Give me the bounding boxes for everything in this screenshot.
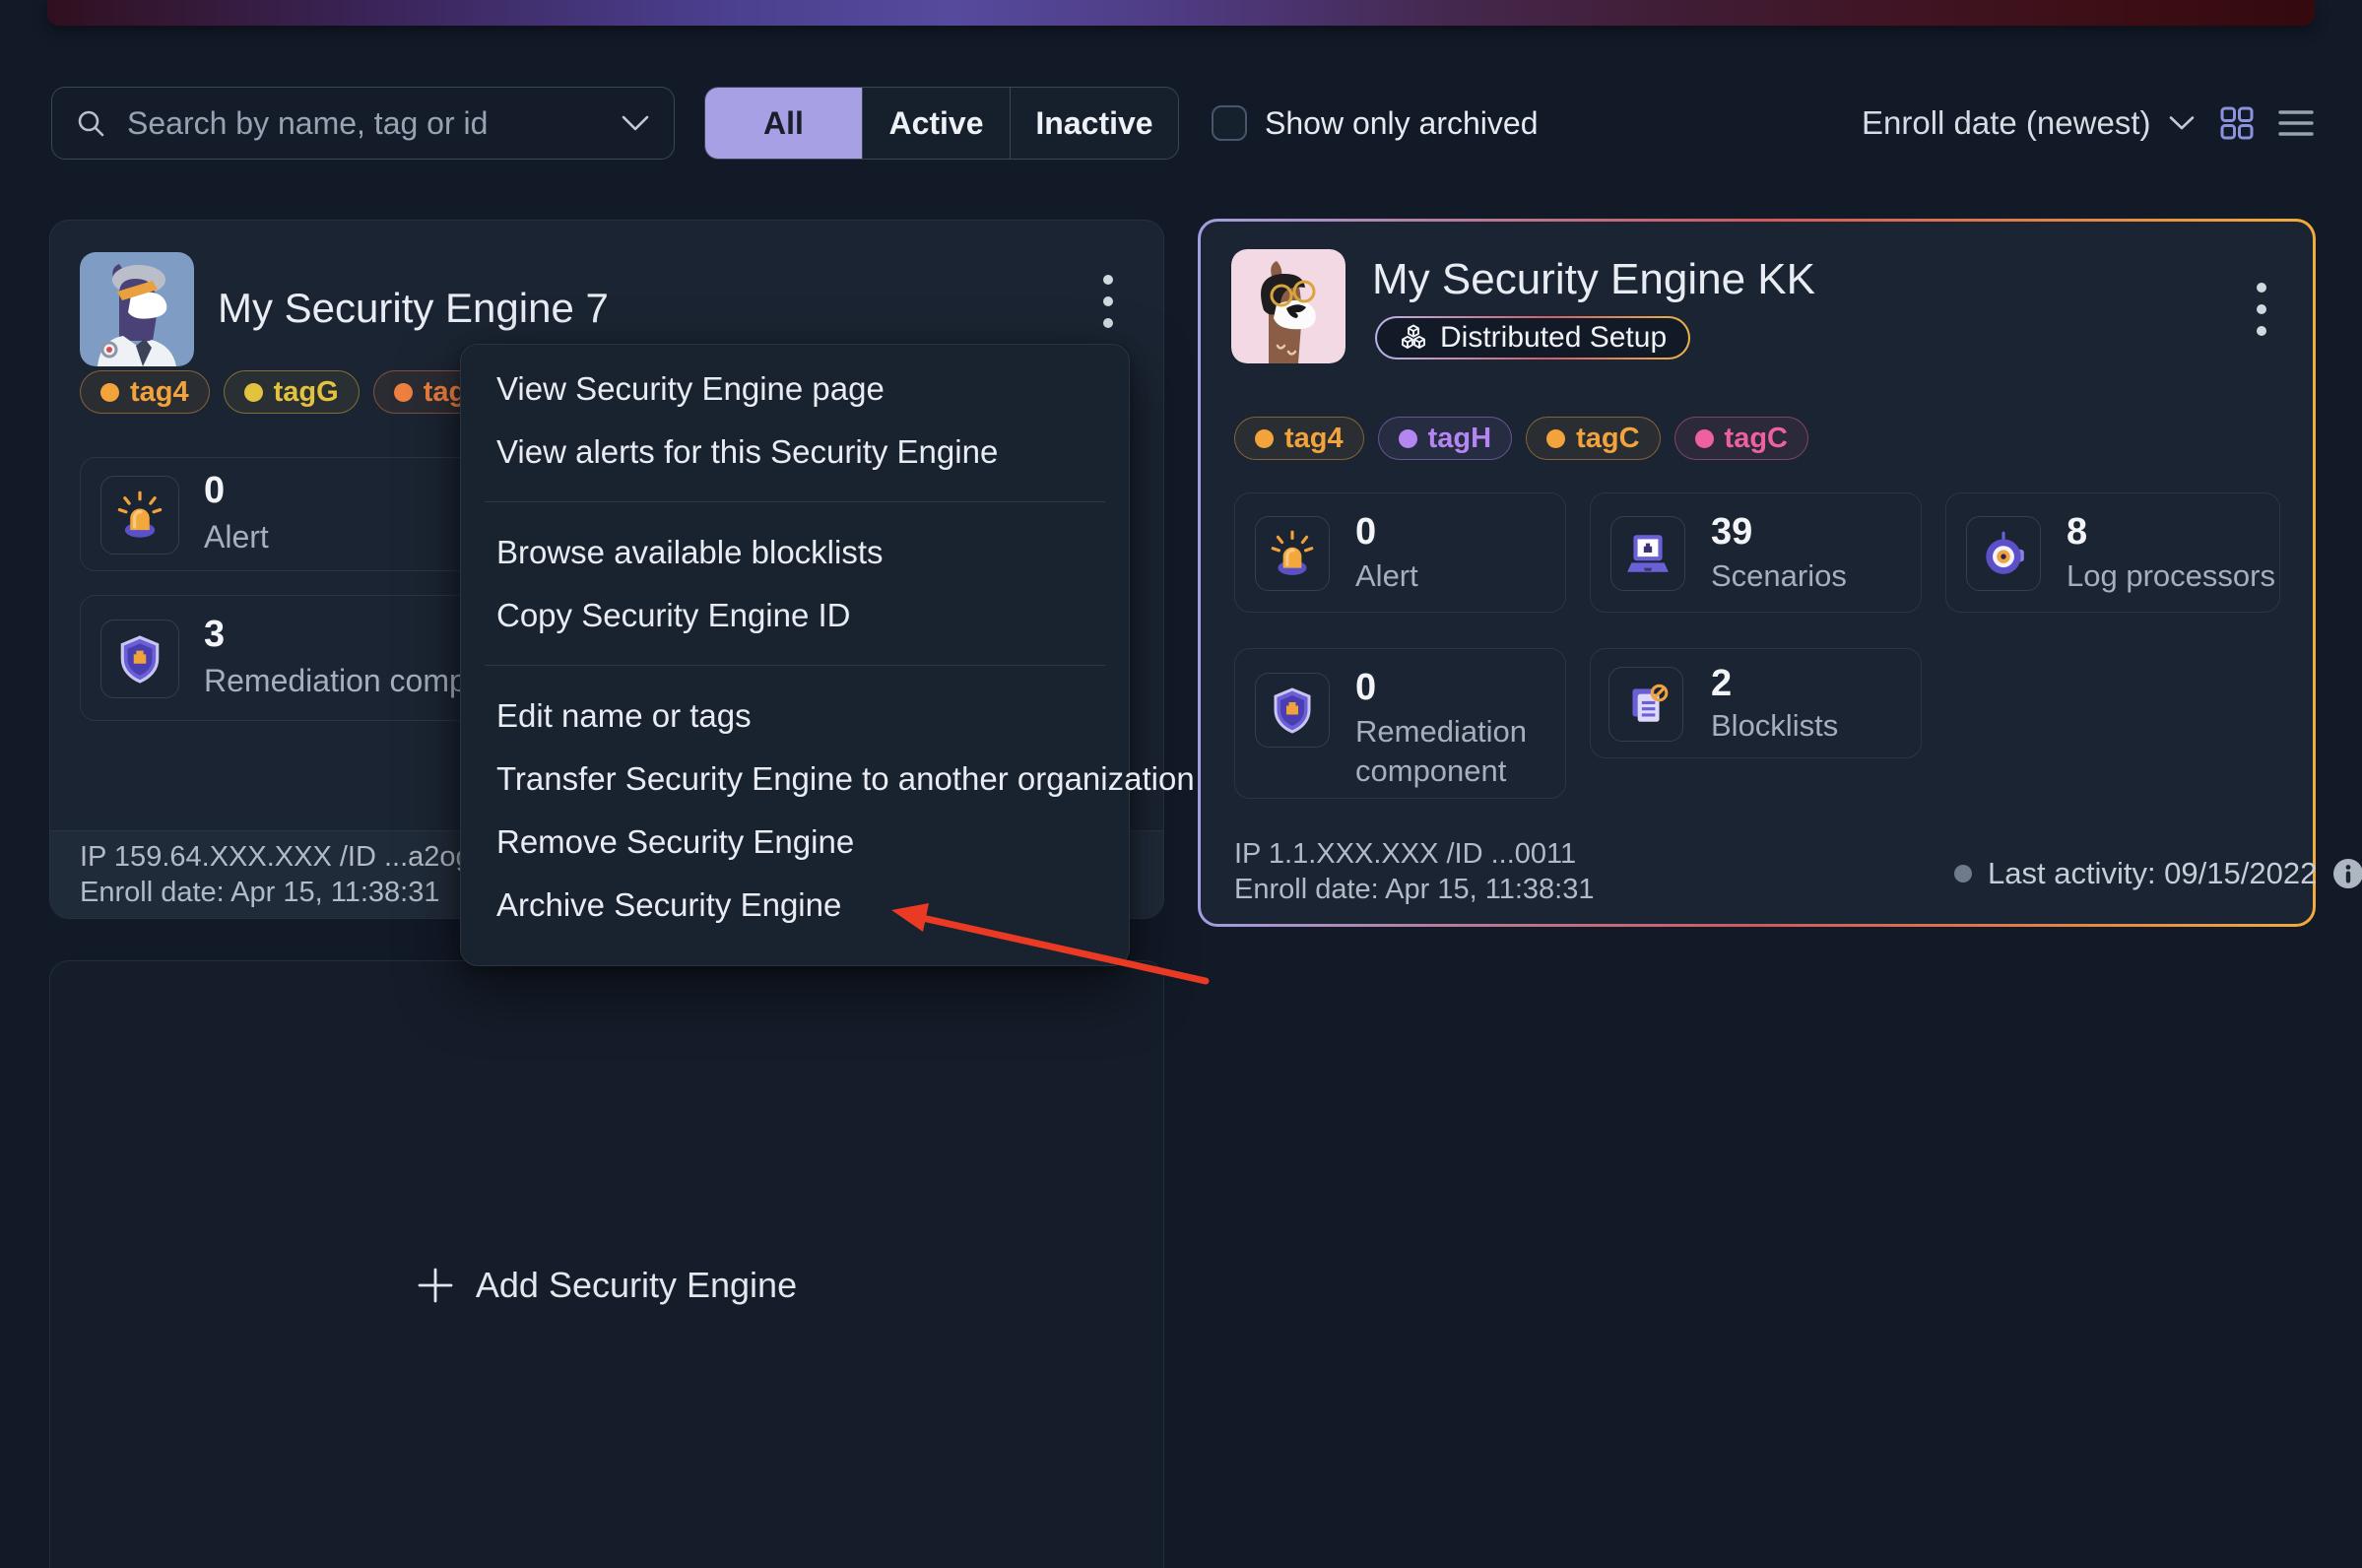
tag-badge: tag4 <box>1234 417 1364 460</box>
blocklist-doc-icon <box>1608 667 1683 742</box>
tag-row: tag4 tagG tagF <box>80 370 504 414</box>
stat-label: Log processors <box>2067 556 2275 596</box>
engine-context-menu: View Security Engine page View alerts fo… <box>460 344 1130 966</box>
tab-inactive[interactable]: Inactive <box>1011 88 1178 159</box>
tag-dot <box>1546 429 1565 448</box>
menu-item-archive-engine[interactable]: Archive Security Engine <box>461 874 1129 937</box>
show-archived-checkbox[interactable] <box>1212 105 1247 141</box>
stat-label: Alert <box>204 517 269 556</box>
stat-label: Alert <box>1355 556 1418 596</box>
menu-item-transfer-engine[interactable]: Transfer Security Engine to another orga… <box>461 748 1129 811</box>
laptop-icon <box>1610 516 1685 591</box>
engine-avatar <box>1231 249 1345 363</box>
menu-item-view-alerts[interactable]: View alerts for this Security Engine <box>461 421 1129 484</box>
engine-enroll-date: Enroll date: Apr 15, 11:38:31 <box>1234 874 1594 906</box>
add-engine-label: Add Security Engine <box>476 1265 797 1306</box>
search-icon <box>76 108 105 138</box>
cubes-icon <box>1399 323 1428 353</box>
status-dot <box>1954 865 1972 882</box>
top-gradient-bar <box>47 0 2315 26</box>
stat-label: Remediation component <box>1355 712 1547 791</box>
distributed-setup-label: Distributed Setup <box>1440 321 1667 355</box>
tag-badge: tag4 <box>80 370 210 414</box>
menu-divider <box>485 501 1105 502</box>
stat-value: 0 <box>1355 511 1376 554</box>
stat-tile-scenarios: 39 Scenarios <box>1590 492 1922 613</box>
shield-icon <box>100 620 179 698</box>
engine-menu-kebab-icon[interactable] <box>1083 263 1133 340</box>
tag-dot <box>1399 429 1417 448</box>
stat-value: 8 <box>2067 511 2087 554</box>
tab-all[interactable]: All <box>705 88 863 159</box>
shield-icon <box>1255 673 1330 748</box>
security-engines-page: All Active Inactive Show only archived E… <box>0 0 2362 1568</box>
engine-ip-id: IP 159.64.XXX.XXX /ID ...a2og <box>80 841 472 874</box>
engine-enroll-date: Enroll date: Apr 15, 11:38:31 <box>80 877 439 909</box>
engine-avatar <box>80 252 194 366</box>
engine-title: My Security Engine KK <box>1372 253 1815 306</box>
tag-dot <box>1255 429 1274 448</box>
tag-badge: tagC <box>1526 417 1660 460</box>
grid-view-icon[interactable] <box>2216 102 2258 144</box>
stat-value: 3 <box>204 614 225 656</box>
tag-badge: tagC <box>1674 417 1808 460</box>
menu-item-browse-blocklists[interactable]: Browse available blocklists <box>461 521 1129 584</box>
status-filter-tabs: All Active Inactive <box>704 87 1179 160</box>
menu-item-copy-engine-id[interactable]: Copy Security Engine ID <box>461 584 1129 647</box>
engine-ip-id: IP 1.1.XXX.XXX /ID ...0011 <box>1234 838 1576 871</box>
engine-card-2[interactable]: My Security Engine KK Distributed Setup … <box>1198 219 2316 927</box>
alert-siren-icon <box>1255 516 1330 591</box>
chevron-down-icon <box>2168 115 2196 131</box>
stat-label: Scenarios <box>1711 556 1847 596</box>
tag-dot <box>394 383 413 402</box>
stat-tile-alerts: 0 Alert <box>1234 492 1566 613</box>
tag-badge: tagH <box>1378 417 1512 460</box>
engine-menu-kebab-icon[interactable] <box>2237 271 2286 348</box>
sort-value: Enroll date (newest) <box>1862 104 2150 142</box>
stat-tile-log-processors: 8 Log processors <box>1945 492 2280 613</box>
stat-value: 0 <box>204 470 225 512</box>
orb-eye-icon <box>1966 516 2041 591</box>
plus-icon <box>417 1267 454 1304</box>
tag-row: tag4 tagH tagC tagC <box>1234 417 1808 460</box>
tag-dot <box>1695 429 1714 448</box>
engine-title: My Security Engine 7 <box>218 282 609 335</box>
menu-item-view-engine-page[interactable]: View Security Engine page <box>461 358 1129 421</box>
stat-value: 2 <box>1711 663 1732 705</box>
stat-tile-remediation: 0 Remediation component <box>1234 648 1566 799</box>
add-engine-card[interactable]: Add Security Engine <box>49 960 1164 1568</box>
tag-dot <box>100 383 119 402</box>
sort-dropdown[interactable]: Enroll date (newest) <box>1862 95 2196 152</box>
chevron-down-icon[interactable] <box>621 114 650 132</box>
search-box[interactable] <box>51 87 675 160</box>
stat-tile-blocklists: 2 Blocklists <box>1590 648 1922 758</box>
distributed-setup-badge: Distributed Setup <box>1375 316 1690 359</box>
menu-divider <box>485 665 1105 666</box>
info-icon[interactable] <box>2332 858 2362 889</box>
menu-item-edit-name-tags[interactable]: Edit name or tags <box>461 685 1129 748</box>
last-activity-label: Last activity: 09/15/2022 <box>1988 856 2317 891</box>
menu-item-remove-engine[interactable]: Remove Security Engine <box>461 811 1129 874</box>
last-activity: Last activity: 09/15/2022 <box>1954 856 2362 891</box>
show-archived-label[interactable]: Show only archived <box>1265 102 1538 144</box>
stat-label: Blocklists <box>1711 706 1838 746</box>
tag-dot <box>244 383 263 402</box>
tab-active[interactable]: Active <box>863 88 1011 159</box>
stat-value: 39 <box>1711 511 1752 554</box>
list-view-icon[interactable] <box>2275 102 2317 144</box>
alert-siren-icon <box>100 476 179 555</box>
stat-value: 0 <box>1355 667 1376 709</box>
search-input[interactable] <box>125 104 621 143</box>
tag-badge: tagG <box>224 370 360 414</box>
